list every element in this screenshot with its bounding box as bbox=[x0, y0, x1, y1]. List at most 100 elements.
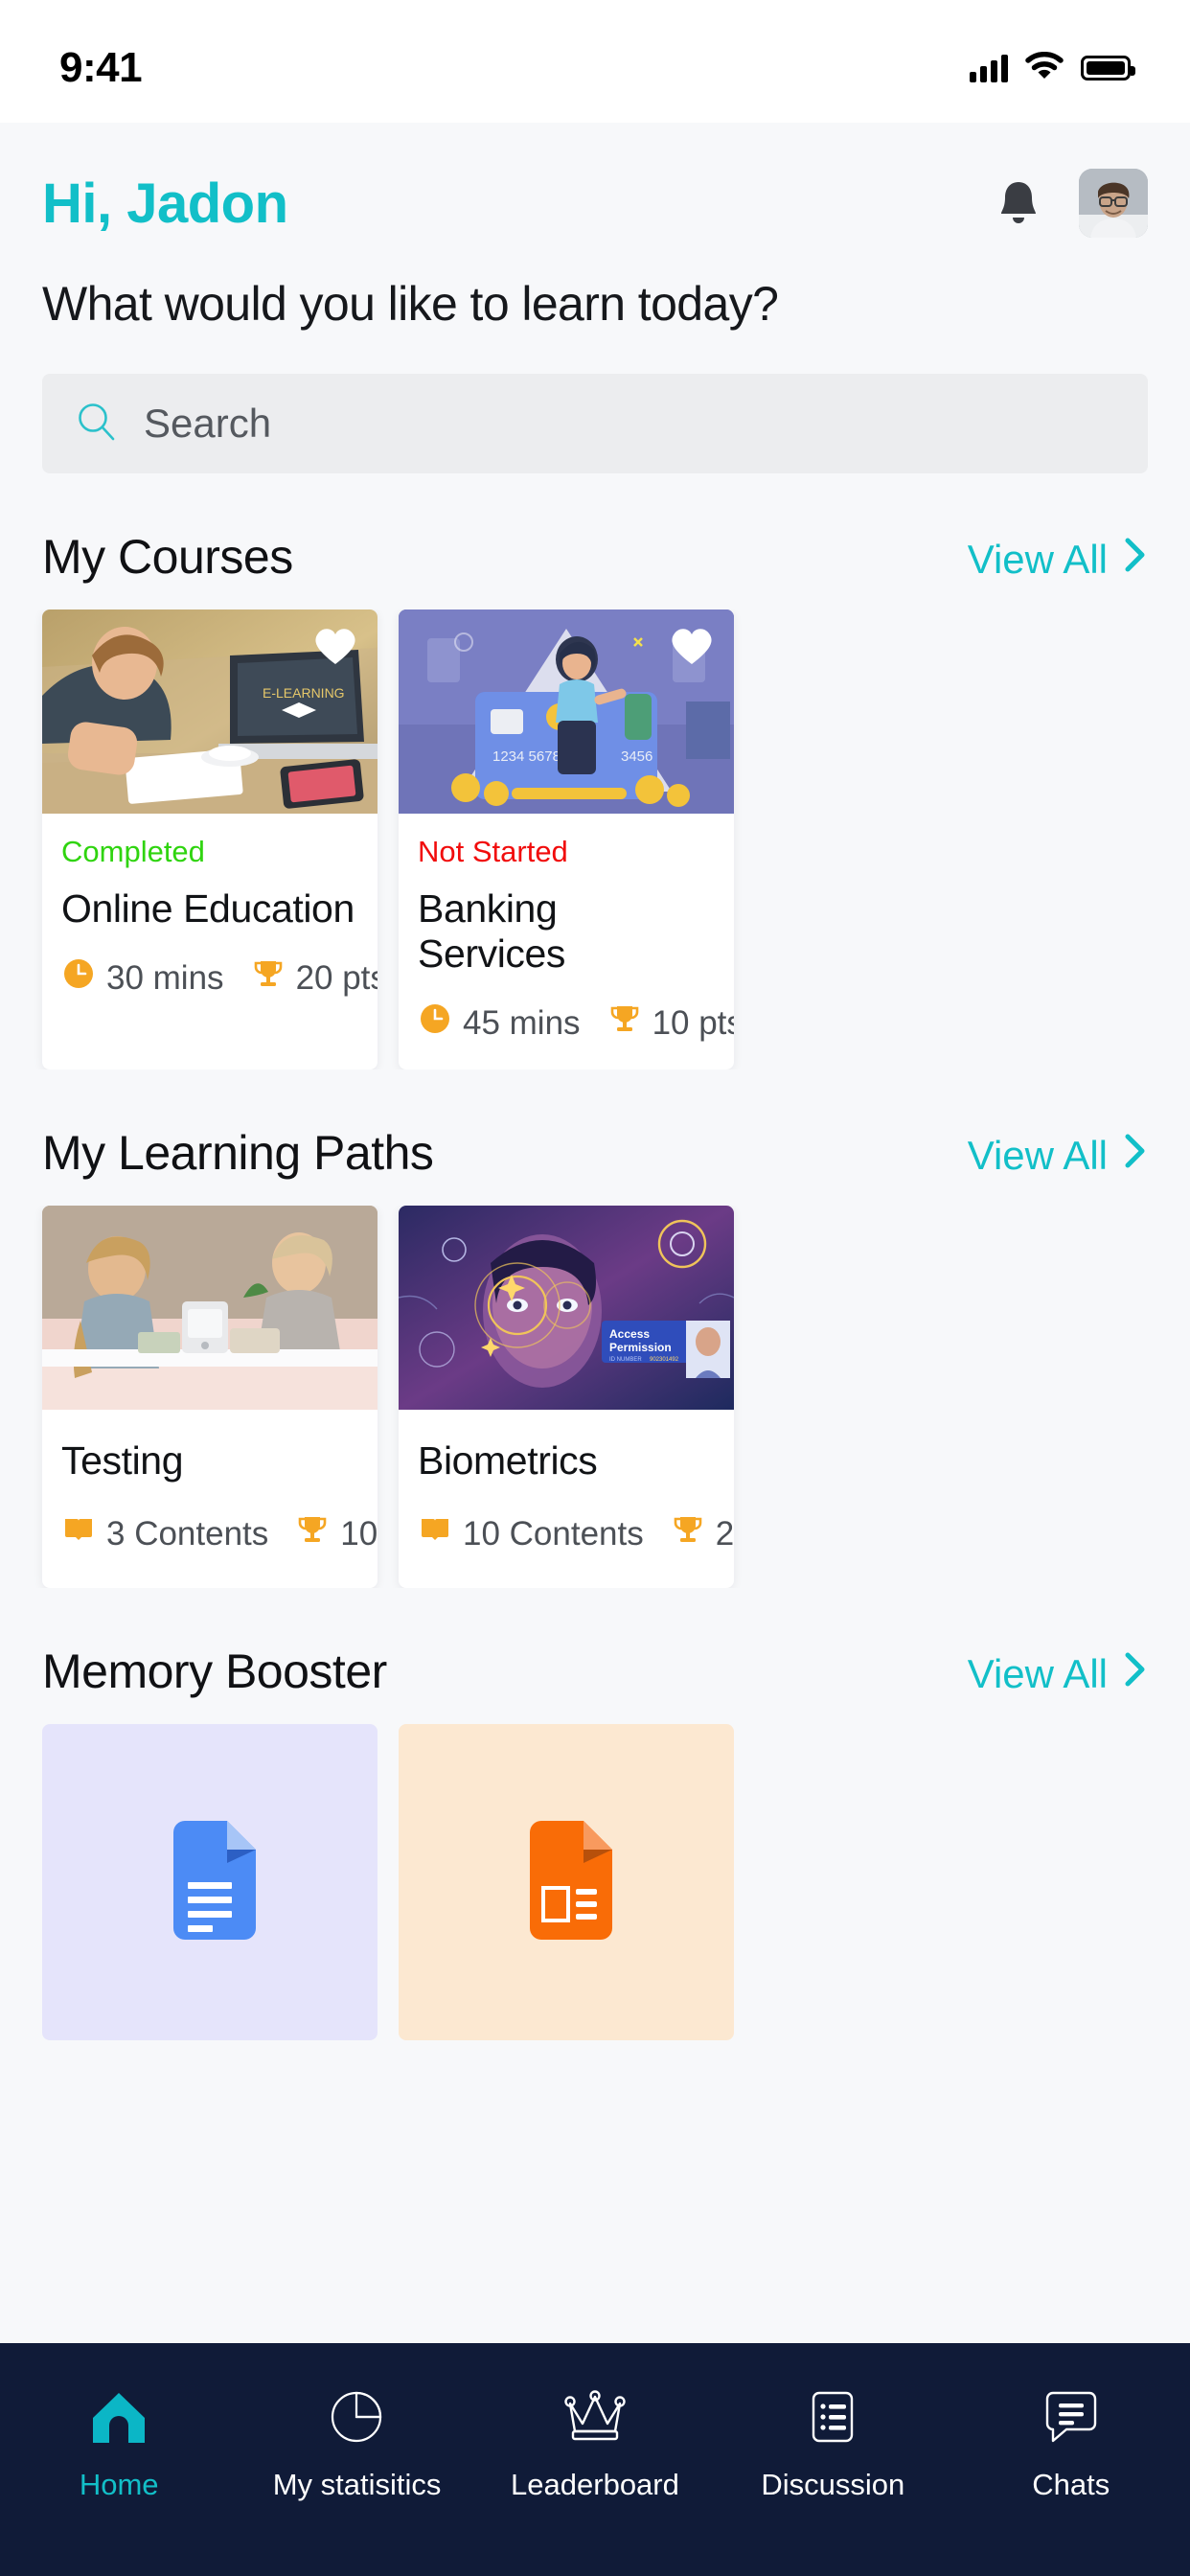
svg-text:902301492: 902301492 bbox=[650, 1357, 679, 1363]
nav-item-discussion[interactable]: Discussion bbox=[737, 2387, 928, 2502]
section-header-my-courses: My Courses View All bbox=[0, 529, 1190, 585]
learning-path-title: Testing bbox=[61, 1438, 184, 1483]
memory-booster-card[interactable] bbox=[42, 1724, 378, 2040]
header-actions bbox=[996, 169, 1148, 238]
nav-item-my-statisitics[interactable]: My statisitics bbox=[262, 2387, 453, 2502]
my-courses-row[interactable]: E-LEARNING Completed Online Education 30… bbox=[0, 610, 1190, 1070]
trophy-icon bbox=[295, 1512, 330, 1555]
crown-icon bbox=[563, 2387, 627, 2447]
view-all-memory-booster-button[interactable]: View All bbox=[968, 1651, 1148, 1697]
course-image: E-LEARNING bbox=[42, 610, 378, 814]
course-points-label: 20 pts bbox=[295, 958, 378, 997]
nav-label: Chats bbox=[1032, 2468, 1110, 2501]
svg-text:ID NUMBER: ID NUMBER bbox=[609, 1357, 642, 1363]
search-input[interactable] bbox=[144, 401, 1115, 447]
learning-path-contents-label: 3 Contents bbox=[106, 1514, 269, 1552]
nav-item-home[interactable]: Home bbox=[23, 2387, 215, 2502]
learning-path-card-body: Biometrics 10 Contents 2 bbox=[399, 1410, 734, 1588]
home-icon bbox=[89, 2387, 149, 2447]
book-icon bbox=[61, 1512, 96, 1555]
course-duration-label: 45 mins bbox=[463, 1003, 581, 1042]
search-bar[interactable] bbox=[42, 374, 1148, 473]
section-title: My Learning Paths bbox=[42, 1126, 434, 1180]
course-duration: 45 mins bbox=[418, 1001, 581, 1045]
learning-path-card[interactable]: Testing 3 Contents 10 bbox=[42, 1206, 378, 1588]
status-time: 9:41 bbox=[59, 44, 143, 91]
course-meta: 45 mins 10 pts bbox=[418, 1001, 734, 1045]
view-all-label: View All bbox=[967, 537, 1108, 582]
memory-booster-card[interactable] bbox=[399, 1724, 734, 2040]
trophy-icon bbox=[607, 1001, 642, 1045]
section-title: My Courses bbox=[42, 530, 293, 584]
course-duration: 30 mins bbox=[61, 956, 224, 1000]
nav-item-leaderboard[interactable]: Leaderboard bbox=[499, 2387, 691, 2502]
nav-label: Home bbox=[79, 2468, 159, 2501]
trophy-icon bbox=[251, 956, 286, 1000]
page-subtitle: What would you like to learn today? bbox=[42, 277, 779, 331]
course-card-body: Completed Online Education 30 mins 20 pt bbox=[42, 814, 378, 1024]
bell-icon[interactable] bbox=[996, 178, 1041, 228]
svg-text:Permission: Permission bbox=[609, 1341, 672, 1354]
header: Hi, Jadon bbox=[0, 123, 1190, 238]
nav-label: Leaderboard bbox=[511, 2468, 679, 2501]
view-all-label: View All bbox=[967, 1651, 1108, 1696]
svg-text:Access: Access bbox=[609, 1327, 650, 1341]
page-scroll-area[interactable]: Hi, Jadon What would you like to learn t… bbox=[0, 123, 1190, 2576]
learning-paths-row[interactable]: Testing 3 Contents 10 Access Permission … bbox=[0, 1206, 1190, 1588]
svg-text:E-LEARNING: E-LEARNING bbox=[263, 685, 345, 701]
status-badge: Not Started bbox=[418, 835, 568, 868]
clock-icon bbox=[61, 956, 96, 1000]
learning-path-meta: 10 Contents 20 pts bbox=[418, 1512, 734, 1555]
trophy-icon bbox=[671, 1512, 705, 1555]
course-title: Banking Services bbox=[418, 886, 566, 976]
learning-path-contents-label: 10 Contents bbox=[463, 1514, 644, 1552]
course-points: 10 pts bbox=[607, 1001, 734, 1045]
status-icons bbox=[970, 51, 1135, 85]
course-card[interactable]: 1234 5678 90 3456 Not Started Banking Se… bbox=[399, 610, 734, 1070]
section-header-my-learning-paths: My Learning Paths View All bbox=[0, 1125, 1190, 1181]
chevron-right-icon bbox=[1123, 1651, 1148, 1697]
status-badge: Completed bbox=[61, 835, 205, 868]
learning-path-points: 10 pts bbox=[295, 1512, 378, 1555]
section-title: Memory Booster bbox=[42, 1644, 387, 1698]
list-icon bbox=[803, 2387, 862, 2447]
clock-icon bbox=[418, 1001, 452, 1045]
book-icon bbox=[418, 1512, 452, 1555]
section-header-memory-booster: Memory Booster View All bbox=[0, 1644, 1190, 1699]
nav-label: Discussion bbox=[761, 2468, 905, 2501]
learning-path-image: Access Permission ID NUMBER 902301492 bbox=[399, 1206, 734, 1410]
learning-path-contents: 10 Contents bbox=[418, 1512, 644, 1555]
bottom-navigation: Home My statisitics Leaderboard Discussi… bbox=[0, 2343, 1190, 2576]
view-all-my-courses-button[interactable]: View All bbox=[968, 537, 1148, 583]
chat-bubble-icon bbox=[1041, 2387, 1101, 2447]
memory-booster-row[interactable] bbox=[0, 1724, 1190, 2040]
status-bar: 9:41 bbox=[0, 0, 1190, 123]
learning-path-points-label: 10 pts bbox=[340, 1514, 378, 1552]
learning-path-card[interactable]: Access Permission ID NUMBER 902301492 Bi… bbox=[399, 1206, 734, 1588]
learning-path-meta: 3 Contents 10 pts bbox=[61, 1512, 378, 1555]
nav-item-chats[interactable]: Chats bbox=[975, 2387, 1167, 2502]
search-icon bbox=[75, 400, 119, 448]
course-image: 1234 5678 90 3456 bbox=[399, 610, 734, 814]
course-points: 20 pts bbox=[251, 956, 378, 1000]
course-meta: 30 mins 20 pts bbox=[61, 956, 378, 1000]
learning-path-image bbox=[42, 1206, 378, 1410]
document-file-icon bbox=[164, 1820, 256, 1944]
chevron-right-icon bbox=[1123, 1133, 1148, 1179]
heart-icon[interactable] bbox=[667, 623, 717, 672]
learning-path-points: 20 pts bbox=[671, 1512, 734, 1555]
course-card[interactable]: E-LEARNING Completed Online Education 30… bbox=[42, 610, 378, 1070]
page-title: Hi, Jadon bbox=[42, 172, 288, 235]
avatar[interactable] bbox=[1079, 169, 1148, 238]
chevron-right-icon bbox=[1123, 537, 1148, 583]
svg-text:3456: 3456 bbox=[621, 748, 652, 765]
heart-icon[interactable] bbox=[310, 623, 360, 672]
wifi-icon bbox=[1025, 51, 1064, 85]
nav-label: My statisitics bbox=[272, 2468, 442, 2501]
learning-path-card-body: Testing 3 Contents 10 bbox=[42, 1410, 378, 1588]
view-all-label: View All bbox=[967, 1133, 1108, 1178]
course-points-label: 10 pts bbox=[652, 1003, 734, 1042]
view-all-learning-paths-button[interactable]: View All bbox=[968, 1133, 1148, 1179]
course-duration-label: 30 mins bbox=[106, 958, 224, 997]
pie-chart-icon bbox=[328, 2387, 387, 2447]
